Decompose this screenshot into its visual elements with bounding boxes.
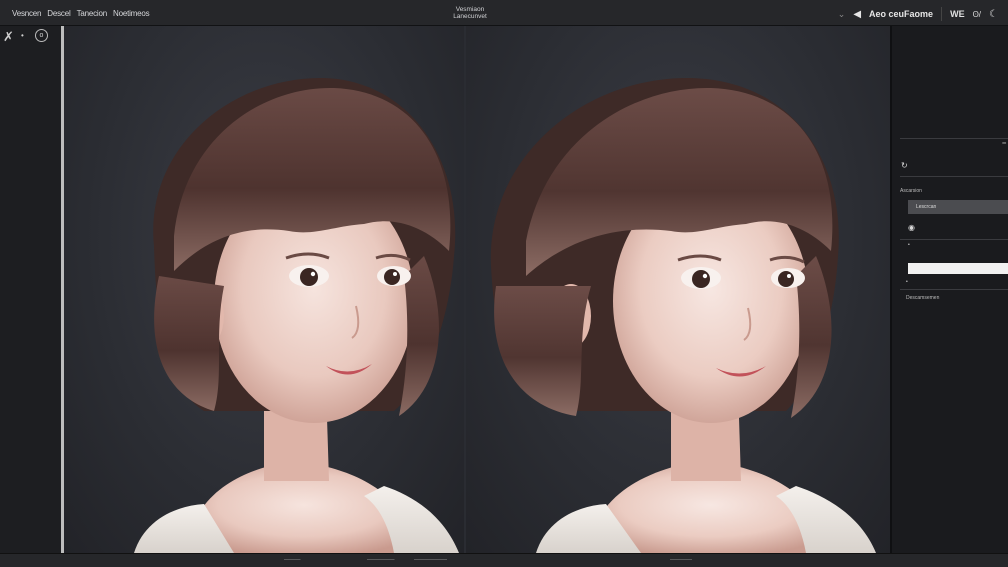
window-title-line2: Lanecunvet xyxy=(453,13,487,20)
workspace-label[interactable]: WE xyxy=(950,9,965,19)
top-right-controls: ⌄ ◀ Aeo ceuFaome WE ʘ/ ☾ xyxy=(838,7,998,21)
mode-label[interactable]: Aeo ceuFaome xyxy=(869,9,933,19)
bullet-icon: • xyxy=(906,279,908,285)
panel-divider xyxy=(900,289,1008,290)
back-icon[interactable]: ◀ xyxy=(853,9,861,20)
canvas[interactable] xyxy=(64,26,890,553)
share-icon[interactable]: ʘ/ xyxy=(973,10,981,19)
menu-item-2[interactable]: Descel xyxy=(47,9,70,18)
refresh-icon[interactable]: ↻ xyxy=(901,161,908,170)
portrait-image-after xyxy=(490,77,876,553)
expand-icon[interactable]: ━ xyxy=(1002,140,1006,147)
panel-divider xyxy=(900,138,1008,139)
right-properties-panel: ━ ↻ Ascarsion Lescrcan ◉ • • Descamsemen xyxy=(890,26,1008,553)
status-right: —————— xyxy=(414,557,447,563)
menu-item-4[interactable]: Noetimeos xyxy=(113,9,150,18)
image-pane-before[interactable] xyxy=(64,26,464,553)
text-input[interactable] xyxy=(908,263,1008,274)
status-mid: ————— xyxy=(367,557,395,563)
section-label: Ascarsion xyxy=(900,188,922,194)
zoom-tool-icon[interactable]: o xyxy=(35,29,48,42)
move-tool-icon[interactable]: ✗ xyxy=(3,29,14,45)
left-toolbar: ✗ • o ‹ xyxy=(0,26,71,553)
window-title-line1: Vesmiaon xyxy=(455,6,485,13)
bottom-status-bar: ——— ————— —————— ———— xyxy=(0,553,1008,567)
moon-icon[interactable]: ☾ xyxy=(989,9,998,20)
panel-divider xyxy=(900,239,1008,240)
top-menu-bar: Vesncen Descel Tanecion Noetimeos Vesmia… xyxy=(0,0,1008,26)
bullet-icon: • xyxy=(908,242,910,248)
menu-item-3[interactable]: Tanecion xyxy=(77,9,108,18)
divider xyxy=(941,7,943,21)
panel-divider xyxy=(900,176,1008,177)
portrait-image-before xyxy=(134,77,459,553)
window-title: Vesmiaon Lanecunvet xyxy=(450,6,490,20)
dot-icon[interactable]: • xyxy=(21,31,24,40)
chevron-down-icon[interactable]: ⌄ xyxy=(838,9,846,20)
footer-label: Descamsemen xyxy=(906,295,940,301)
property-field[interactable]: Lescrcan xyxy=(908,200,1008,214)
menu-item-1[interactable]: Vesncen xyxy=(12,9,41,18)
status-far: ———— xyxy=(670,557,692,563)
main-menu: Vesncen Descel Tanecion Noetimeos xyxy=(12,9,150,18)
radio-icon[interactable]: ◉ xyxy=(908,223,915,232)
status-left: ——— xyxy=(284,557,301,563)
image-pane-after[interactable] xyxy=(466,26,890,553)
